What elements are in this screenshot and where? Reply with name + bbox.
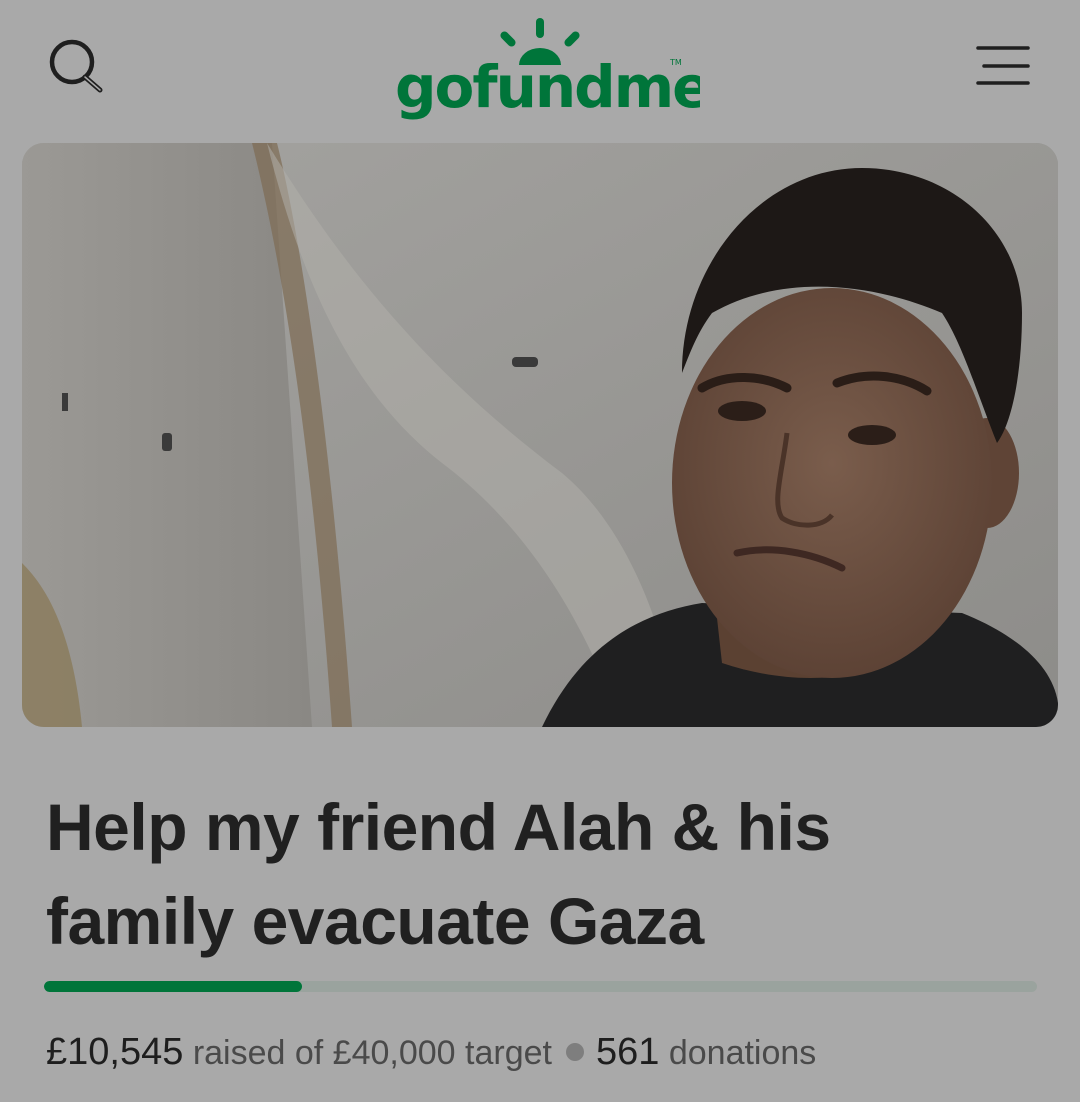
donations-count: 561 xyxy=(595,1031,660,1073)
fundraising-stats: £10,545 raised of £40,000 target 561 dona… xyxy=(46,1028,1056,1077)
hamburger-menu-icon xyxy=(976,46,1030,85)
progress-fill xyxy=(44,981,303,992)
logo-wordmark: gofundme xyxy=(395,53,700,121)
menu-button[interactable] xyxy=(968,36,1040,96)
gofundme-logo[interactable]: gofundme TM xyxy=(380,10,711,130)
fundraising-progress-bar xyxy=(44,981,1037,992)
search-button[interactable] xyxy=(40,32,112,104)
campaign-title: Help my friend Alah & his family evacuat… xyxy=(46,790,831,958)
hero-photo xyxy=(22,143,1058,727)
raised-target-text: raised of £40,000 target xyxy=(192,1034,552,1072)
search-icon xyxy=(49,39,103,93)
raised-amount: £10,545 xyxy=(46,1031,184,1073)
donations-label: donations xyxy=(668,1034,817,1072)
trademark-label: TM xyxy=(669,58,682,67)
campaign-hero-image[interactable] xyxy=(22,143,1058,727)
top-header: gofundme TM xyxy=(0,0,1080,140)
separator-dot xyxy=(565,1043,584,1061)
